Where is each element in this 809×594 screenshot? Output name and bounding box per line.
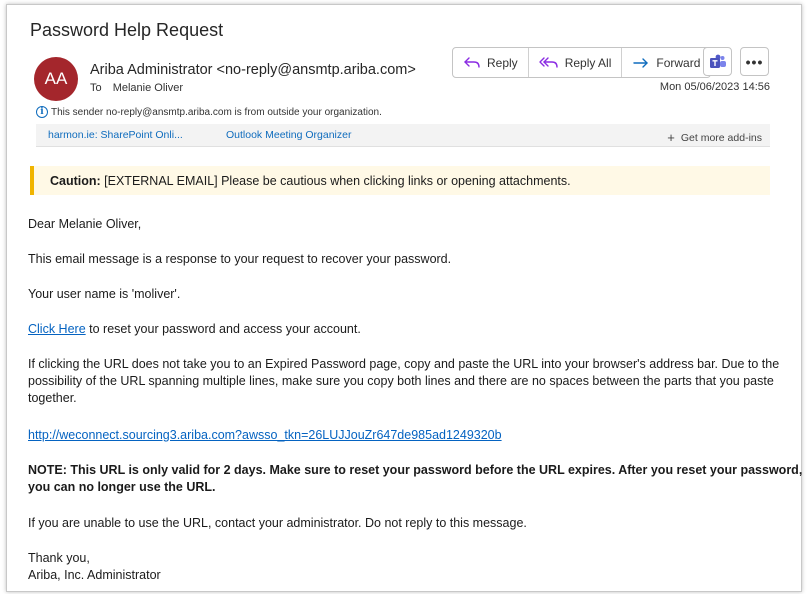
forward-button[interactable]: Forward bbox=[622, 48, 710, 77]
recipient-name[interactable]: Melanie Oliver bbox=[113, 82, 183, 94]
get-more-addins-button[interactable]: + Get more add-ins bbox=[667, 129, 762, 145]
body-paragraph-4-line-3: together. bbox=[28, 391, 77, 405]
reply-button[interactable]: Reply bbox=[453, 48, 529, 77]
reply-all-icon bbox=[538, 56, 558, 68]
body-paragraph-3-text: to reset your password and access your a… bbox=[85, 322, 361, 336]
body-paragraph-4-line-1: If clicking the URL does not take you to… bbox=[28, 357, 780, 371]
note-line-2: you can no longer use the URL. bbox=[28, 480, 216, 494]
caution-label: Caution: bbox=[50, 174, 101, 188]
signoff: Thank you, Ariba, Inc. Administrator bbox=[28, 550, 161, 584]
body-paragraph-3: Click Here to reset your password and ac… bbox=[28, 321, 361, 338]
body-paragraph-5: If you are unable to use the URL, contac… bbox=[28, 516, 527, 530]
reset-url-link[interactable]: http://weconnect.sourcing3.ariba.com?aws… bbox=[28, 428, 502, 442]
body-paragraph-2: Your user name is 'moliver'. bbox=[28, 287, 181, 301]
reply-all-button[interactable]: Reply All bbox=[529, 48, 623, 77]
info-icon: i bbox=[36, 106, 48, 118]
signoff-line: Thank you, bbox=[28, 551, 90, 565]
to-label: To bbox=[90, 82, 102, 94]
plus-icon: + bbox=[667, 130, 675, 145]
addin-meeting-organizer[interactable]: Outlook Meeting Organizer bbox=[226, 129, 351, 141]
forward-arrow-icon bbox=[633, 57, 649, 68]
caution-text: [EXTERNAL EMAIL] Please be cautious when… bbox=[100, 174, 571, 188]
more-actions-button[interactable]: ••• bbox=[740, 47, 769, 76]
addins-bar: harmon.ie: SharePoint Onli... Outlook Me… bbox=[36, 124, 770, 147]
signature-line: Ariba, Inc. Administrator bbox=[28, 568, 161, 582]
email-subject: Password Help Request bbox=[30, 20, 224, 40]
reply-toolbar: Reply Reply All Forward bbox=[452, 47, 712, 78]
click-here-link[interactable]: Click Here bbox=[28, 322, 86, 336]
get-more-addins-label: Get more add-ins bbox=[680, 132, 762, 144]
reply-label: Reply bbox=[487, 55, 518, 70]
body-paragraph-4-line-2: possibility of the URL spanning multiple… bbox=[28, 374, 774, 388]
external-caution-banner: Caution: [EXTERNAL EMAIL] Please be caut… bbox=[30, 166, 770, 195]
external-sender-text: This sender no-reply@ansmtp.ariba.com is… bbox=[51, 106, 382, 118]
external-sender-notice: i This sender no-reply@ansmtp.ariba.com … bbox=[36, 106, 382, 118]
greeting: Dear Melanie Oliver, bbox=[28, 217, 142, 231]
forward-label: Forward bbox=[656, 55, 701, 70]
reply-icon bbox=[464, 56, 480, 68]
sent-date: Mon 05/06/2023 14:56 bbox=[659, 81, 770, 93]
teams-icon bbox=[709, 54, 726, 68]
note-paragraph: NOTE: This URL is only valid for 2 days.… bbox=[28, 462, 802, 496]
reset-url-paragraph: http://weconnect.sourcing3.ariba.com?aws… bbox=[28, 427, 502, 444]
sender-avatar[interactable]: AA bbox=[34, 57, 78, 101]
recipient-line: To Melanie Oliver bbox=[90, 82, 183, 94]
body-paragraph-1: This email message is a response to your… bbox=[28, 252, 452, 266]
addin-harmonie[interactable]: harmon.ie: SharePoint Onli... bbox=[48, 129, 183, 141]
reply-all-label: Reply All bbox=[564, 55, 612, 70]
sender-name[interactable]: Ariba Administrator <no-reply@ansmtp.ari… bbox=[90, 62, 416, 78]
teams-share-button[interactable] bbox=[703, 47, 732, 76]
avatar-initials: AA bbox=[44, 69, 68, 88]
body-paragraph-4: If clicking the URL does not take you to… bbox=[28, 356, 779, 407]
note-line-1: NOTE: This URL is only valid for 2 days.… bbox=[28, 463, 803, 477]
